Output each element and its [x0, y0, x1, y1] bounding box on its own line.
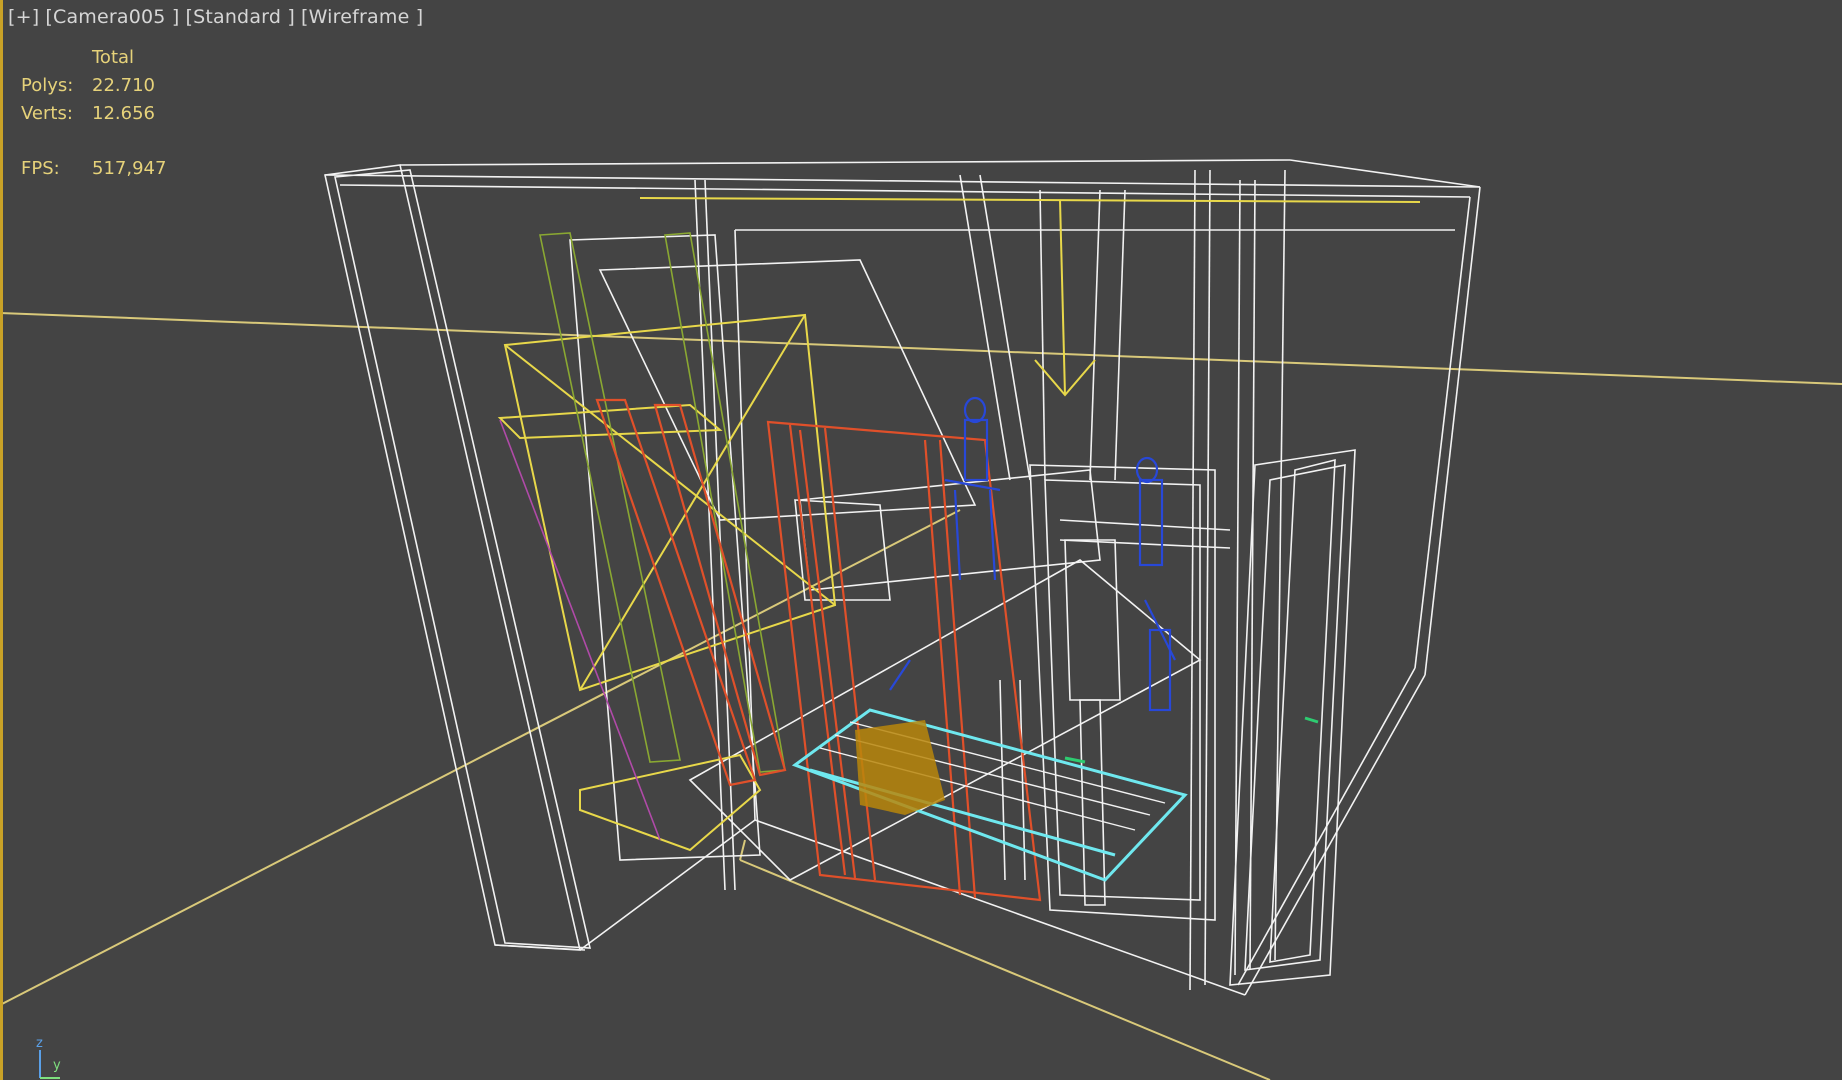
stats-polys-label: Polys: [21, 75, 74, 96]
3d-viewport[interactable]: [+] [Camera005 ] [Standard ] [Wireframe … [0, 0, 1842, 1080]
viewport-general-menu[interactable]: [+] [8, 6, 39, 28]
stats-fps-label: FPS: [21, 158, 60, 179]
stats-fps-value: 517,947 [92, 158, 167, 179]
solid-box-object [855, 720, 945, 815]
magenta-wireframe [499, 419, 661, 841]
viewport-display-mode-menu[interactable]: [Wireframe ] [301, 6, 423, 28]
door-panel-wireframes [595, 398, 1042, 902]
stats-polys-value: 22.710 [92, 75, 155, 96]
axis-y-label: y [53, 1058, 61, 1073]
statistics-overlay: Total Polys: 22.710 Verts: 12.656 FPS: 5… [21, 44, 166, 183]
viewport-label-menu: [+] [Camera005 ] [Standard ] [Wireframe … [8, 6, 423, 28]
axis-z-label: z [36, 1036, 43, 1051]
ground-grid [0, 312, 1842, 1080]
viewport-point-of-view-menu[interactable]: [Camera005 ] [45, 6, 179, 28]
stats-verts-value: 12.656 [92, 103, 155, 124]
stats-verts-row: Verts: 12.656 [21, 100, 166, 128]
stats-verts-label: Verts: [21, 103, 73, 124]
stats-polys-row: Polys: 22.710 [21, 72, 166, 100]
stats-fps-row: FPS: 517,947 [21, 155, 166, 183]
light-wireframes [497, 197, 1421, 852]
viewport-shading-menu[interactable]: [Standard ] [185, 6, 295, 28]
wireframe-scene[interactable] [0, 0, 1842, 1080]
room-wireframe [324, 159, 1481, 996]
stats-total-header: Total [92, 47, 135, 68]
active-viewport-border [0, 0, 3, 1080]
